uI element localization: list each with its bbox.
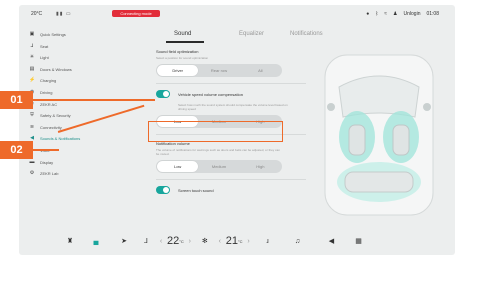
music-icon[interactable]: ♫: [281, 238, 315, 245]
status-icons-right: ● ᛒ ≈ ♟ Unlogin 01:08: [366, 11, 439, 17]
connection-alert[interactable]: Connecting mode: [112, 10, 160, 17]
seat-right-icon[interactable]: ɹ: [255, 238, 281, 245]
clock: 01:08: [426, 11, 439, 17]
sidebar-item-doors-windows[interactable]: ▤ Doors & Windows: [29, 64, 154, 75]
temp-left-decrease-icon[interactable]: ‹: [155, 238, 167, 245]
vehicle-icon[interactable]: ▄: [81, 238, 111, 245]
fan-icon[interactable]: ✻: [196, 237, 214, 245]
screen-touch-toggle[interactable]: [156, 186, 170, 194]
screen-touch-row: Screen touch sound: [156, 186, 306, 194]
user-icon[interactable]: ♟: [393, 11, 397, 17]
sound-field-option-rear[interactable]: Rear row: [198, 65, 239, 76]
temp-left-value: 22: [167, 235, 180, 247]
seat-dock-icon[interactable]: ⅃: [137, 237, 155, 245]
quick-settings-icon: ▣: [29, 31, 35, 37]
sound-field-selector: Driver Rear row All: [156, 64, 282, 77]
speed-comp-label: Vehicle speed volume compensation: [178, 91, 243, 97]
divider: [156, 179, 306, 180]
sound-field-option-driver[interactable]: Driver: [157, 65, 199, 76]
car-home-icon[interactable]: ♜: [59, 237, 81, 245]
sidebar-item-seat[interactable]: ⅃ Seat: [29, 41, 154, 52]
status-icons-left: ▮▮ ▭: [56, 11, 72, 17]
sidebar-item-sounds[interactable]: ◀ Sounds & Notifications: [29, 133, 154, 144]
speed-comp-desc: Select how much the sound system should …: [178, 103, 288, 111]
tab-equalizer[interactable]: Equalizer: [239, 31, 264, 37]
bluetooth-icon: ᛒ: [375, 11, 379, 17]
tab-notifications[interactable]: Notifications: [290, 31, 323, 37]
callout-01: 01: [0, 91, 33, 109]
sidebar-item-lab[interactable]: ⚙ ZEKR Lab: [29, 168, 154, 179]
tab-underline: [166, 41, 204, 43]
temp-left-increase-icon[interactable]: ›: [184, 238, 196, 245]
light-icon: ✳: [29, 54, 35, 61]
sound-field-option-all[interactable]: All: [240, 65, 281, 76]
sound-field-desc: Select a position for sound optimization: [156, 56, 209, 60]
callout-01-line: [33, 99, 155, 101]
location-icon: ●: [366, 11, 370, 17]
callout-02-highlight-box: [148, 121, 283, 142]
safety-icon: ⛨: [30, 112, 34, 119]
door-icon: ▤: [29, 65, 35, 72]
car-illustration: [324, 54, 434, 216]
lab-icon: ⚙: [29, 170, 35, 177]
wifi-icon: ≈: [384, 11, 388, 17]
sidebar-item-charging[interactable]: ⚡ Charging: [29, 75, 154, 86]
sidebar-item-driving[interactable]: ◉Driving: [29, 87, 154, 98]
seat-icon: ⅃: [30, 42, 34, 49]
screen-touch-label: Screen touch sound: [178, 187, 214, 193]
settings-tabs: Sound Equalizer Notifications: [154, 28, 334, 43]
apps-grid-icon[interactable]: ▦: [349, 237, 369, 245]
tab-sound[interactable]: Sound: [174, 31, 191, 37]
dock-bar: ♜ ▄ ➤ ⅃ ‹ 22 °C › ✻ ‹ 21 °C › ɹ ♫ ◀ ▦: [59, 231, 439, 251]
notification-volume-option-medium[interactable]: Medium: [198, 161, 239, 172]
status-bar: 20°C ▮▮ ▭ Connecting mode ● ᛒ ≈ ♟ Unlogi…: [19, 5, 455, 21]
volume-icon[interactable]: ◀: [315, 237, 349, 245]
sidebar-item-light[interactable]: ✳ Light: [29, 52, 154, 63]
callout-02: 02: [0, 141, 33, 159]
sidebar-item-quick-settings[interactable]: ▣ Quick Settings: [29, 29, 154, 40]
callout-02-line: [33, 149, 59, 151]
temp-right-decrease-icon[interactable]: ‹: [214, 238, 226, 245]
sidebar-item-connectivity[interactable]: ≋ Connectivity: [29, 122, 154, 133]
notification-volume-option-high[interactable]: High: [240, 161, 281, 172]
settings-sidebar: ▣ Quick Settings ⅃ Seat ✳ Light ▤ Doors & Wi…: [29, 29, 154, 180]
speed-comp-toggle[interactable]: [156, 90, 170, 98]
notification-volume-selector: Low Medium High: [156, 160, 282, 173]
notification-volume-option-low[interactable]: Low: [157, 161, 199, 172]
temp-right-increase-icon[interactable]: ›: [243, 238, 255, 245]
notification-volume-desc: The volume of notifications for warnings…: [156, 148, 280, 156]
sound-field-title: Sound field optimization: [156, 49, 199, 54]
signal-icon: ▮▮: [56, 11, 64, 17]
temp-right-value: 21: [225, 235, 238, 247]
speed-comp-row: Vehicle speed volume compensation: [156, 90, 306, 98]
connectivity-icon: ≋: [29, 123, 35, 130]
navigation-icon[interactable]: ➤: [111, 237, 137, 245]
outside-temperature: 20°C: [31, 11, 43, 17]
divider: [156, 83, 306, 84]
display-icon: ▬: [29, 158, 35, 165]
sidebar-item-display[interactable]: ▬ Display: [29, 157, 154, 168]
user-label[interactable]: Unlogin: [404, 11, 421, 17]
battery-icon: ▭: [65, 11, 72, 17]
charging-icon: ⚡: [29, 77, 36, 84]
